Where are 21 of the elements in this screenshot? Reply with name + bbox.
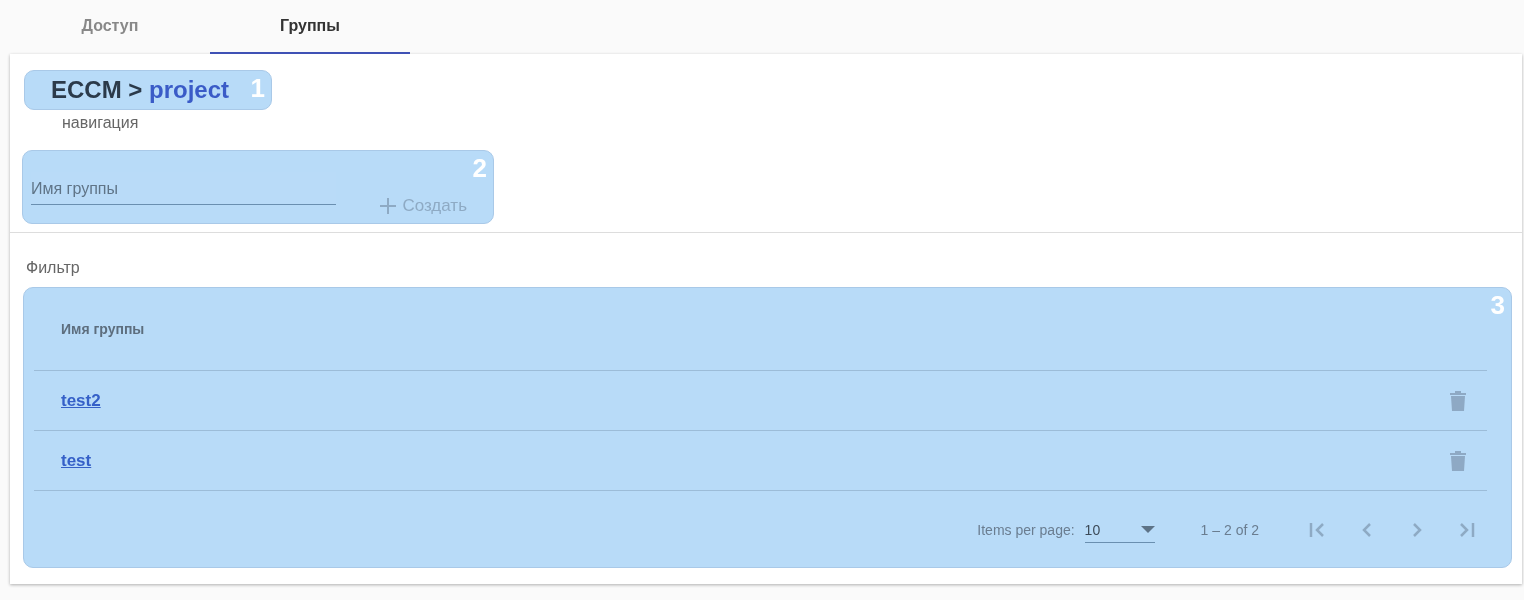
number-label: 3	[1490, 290, 1505, 321]
items-per-page-label: Items per page:	[977, 522, 1075, 538]
page-range: 1 – 2 of 2	[1200, 522, 1259, 538]
column-header: Имя группы	[61, 321, 145, 337]
tab[interactable]: Доступ	[10, 0, 210, 54]
caret-icon	[1140, 525, 1155, 534]
group-link[interactable]: test2	[61, 390, 101, 411]
page-size-select[interactable]: 10	[1084, 517, 1155, 543]
filter-label: Фильтр	[26, 259, 81, 277]
number-label: 2	[472, 153, 487, 184]
breadcrumb-root: ECCM >	[51, 76, 144, 103]
trash-icon	[1449, 449, 1467, 472]
plus-icon	[378, 196, 399, 216]
group-link[interactable]: test	[61, 450, 92, 471]
caption: навигация	[62, 114, 139, 132]
delete-button[interactable]	[1449, 449, 1467, 472]
group-name-input[interactable]: Имя группы	[31, 180, 337, 204]
breadcrumb-link[interactable]: project	[149, 76, 230, 103]
trash-icon	[1449, 389, 1467, 412]
delete-button[interactable]	[1449, 389, 1467, 412]
number-label: 1	[250, 73, 266, 104]
